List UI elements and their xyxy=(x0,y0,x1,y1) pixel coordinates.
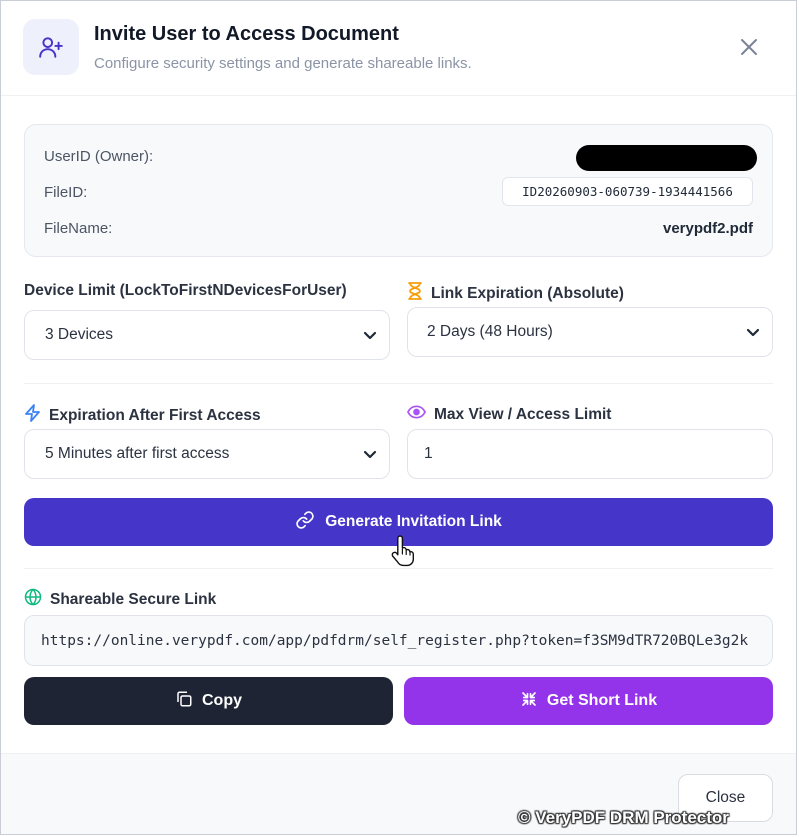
form-divider xyxy=(24,383,773,384)
first-access-label: Expiration After First Access xyxy=(24,404,261,427)
copy-button[interactable]: Copy xyxy=(24,677,393,725)
fileid-label: FileID: xyxy=(44,184,88,201)
chevron-down-icon xyxy=(746,325,760,339)
link-expiration-select[interactable]: 2 Days (48 Hours) xyxy=(407,307,773,357)
owner-value-redacted xyxy=(576,145,757,171)
chevron-down-icon xyxy=(363,328,377,342)
device-limit-label: Device Limit (LockToFirstNDevicesForUser… xyxy=(24,282,347,299)
fileid-value: ID20260903-060739-1934441566 xyxy=(502,177,753,206)
copy-icon xyxy=(175,690,193,713)
watermark-text: © VeryPDF DRM Protector xyxy=(518,808,729,827)
short-link-button[interactable]: Get Short Link xyxy=(404,677,773,725)
chevron-down-icon xyxy=(363,447,377,461)
hand-cursor-icon xyxy=(391,534,417,573)
globe-icon xyxy=(24,588,42,611)
dialog-subtitle: Configure security settings and generate… xyxy=(94,55,472,72)
max-view-input[interactable]: 1 xyxy=(407,429,773,479)
filename-label: FileName: xyxy=(44,220,113,237)
invite-dialog: Invite User to Access Document Configure… xyxy=(0,0,797,835)
dialog-title: Invite User to Access Document xyxy=(94,23,399,45)
share-link-field[interactable]: https://online.verypdf.com/app/pdfdrm/se… xyxy=(24,615,773,666)
share-link-label: Shareable Secure Link xyxy=(24,588,216,611)
link-icon xyxy=(295,510,315,535)
user-plus-icon xyxy=(23,19,79,75)
max-view-label: Max View / Access Limit xyxy=(406,404,611,425)
owner-label: UserID (Owner): xyxy=(44,148,154,165)
device-limit-select[interactable]: 3 Devices xyxy=(24,310,390,360)
eye-icon xyxy=(406,404,427,425)
close-icon[interactable] xyxy=(734,32,764,62)
link-expiration-label: Link Expiration (Absolute) xyxy=(407,282,624,305)
lightning-icon xyxy=(24,404,41,427)
hourglass-icon xyxy=(407,282,423,305)
file-info-card: UserID (Owner): FileID: ID20260903-06073… xyxy=(24,124,773,257)
first-access-select[interactable]: 5 Minutes after first access xyxy=(24,429,390,479)
compress-icon xyxy=(520,690,538,713)
dialog-header: Invite User to Access Document Configure… xyxy=(1,1,796,96)
filename-value: verypdf2.pdf xyxy=(662,220,753,237)
